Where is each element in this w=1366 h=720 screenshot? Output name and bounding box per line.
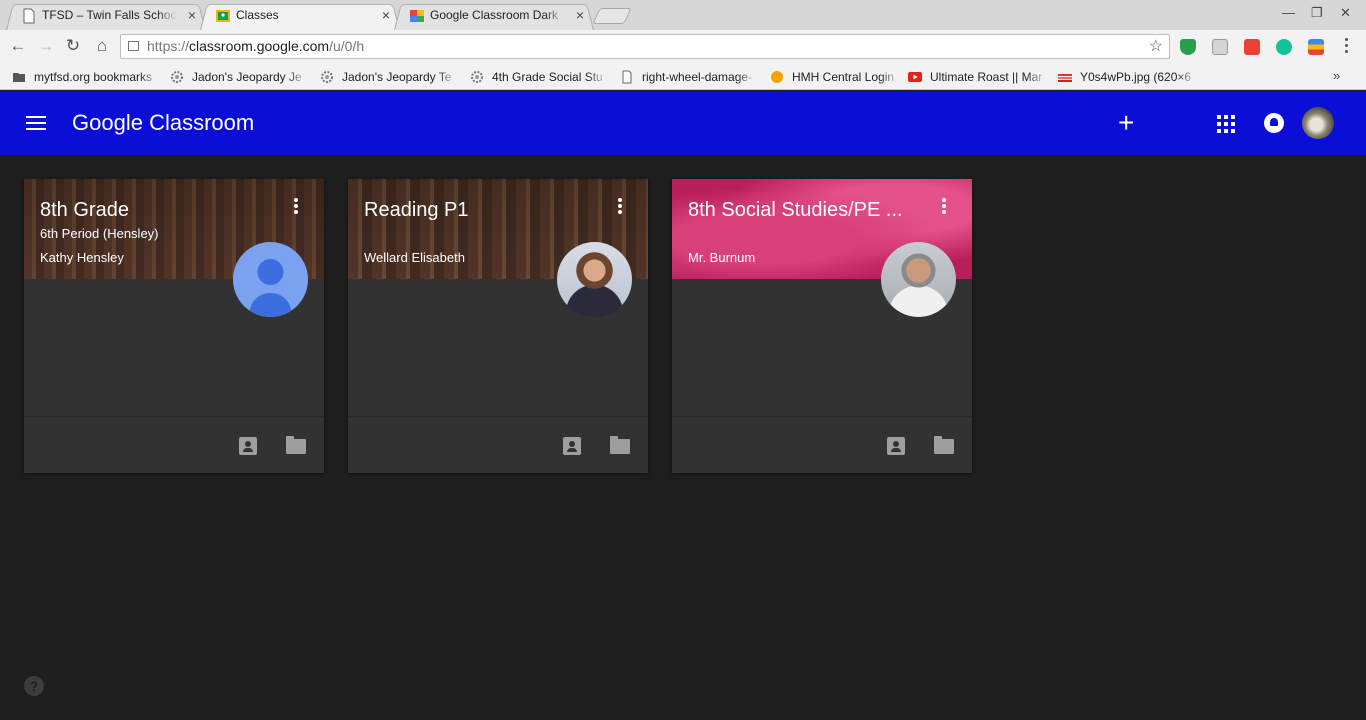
teacher-avatar (881, 242, 956, 317)
add-class-icon[interactable]: + (1118, 109, 1134, 137)
account-avatar[interactable] (1302, 107, 1334, 139)
document-icon (23, 8, 35, 24)
main-menu-icon[interactable] (26, 116, 46, 130)
tab-close-icon[interactable]: × (576, 2, 584, 28)
class-card[interactable]: Reading P1 Wellard Elisabeth (348, 179, 648, 473)
page-info-icon[interactable] (128, 41, 139, 51)
class-title[interactable]: 8th Social Studies/PE ... (688, 198, 923, 222)
more-options-icon[interactable] (294, 198, 298, 216)
bookmark-item[interactable]: HMH Central Login (770, 68, 900, 86)
more-options-icon[interactable] (942, 198, 946, 216)
browser-tab-strip: TFSD – Twin Falls School × Classes × Goo… (0, 0, 1366, 30)
class-title[interactable]: 8th Grade (40, 198, 275, 222)
tab-close-icon[interactable]: × (382, 2, 390, 28)
bookmark-item[interactable]: mytfsd.org bookmarks (12, 68, 162, 86)
browser-toolbar: ← → ↻ ⌂ https://classroom.google.com/u/0… (0, 30, 1366, 64)
bookmarks-overflow-icon[interactable]: » (1333, 68, 1340, 83)
url-host: classroom.google.com (189, 38, 330, 54)
brand-product: Classroom (149, 110, 255, 135)
tab-title: TFSD – Twin Falls School (42, 8, 177, 22)
bookmark-item[interactable]: Ultimate Roast || Mar (908, 68, 1048, 86)
new-tab-button[interactable] (592, 8, 632, 24)
minimize-icon[interactable]: — (1282, 5, 1295, 20)
bookmark-star-icon[interactable]: ☆ (1149, 35, 1163, 58)
bookmark-item[interactable]: 4th Grade Social Stu (470, 68, 608, 86)
back-icon[interactable]: ← (8, 36, 28, 56)
google-apps-icon[interactable] (1217, 115, 1235, 133)
app-header: Google Classroom + (0, 91, 1366, 155)
grammarly-icon[interactable] (1276, 39, 1292, 55)
reload-icon[interactable]: ↻ (63, 36, 83, 56)
your-work-icon[interactable] (239, 437, 257, 455)
class-drive-folder-icon[interactable] (286, 436, 306, 454)
help-icon[interactable]: ? (24, 676, 44, 696)
webstore-icon (410, 10, 424, 22)
browser-tab-dark[interactable]: Google Classroom Dark × (394, 2, 594, 30)
class-teacher: Wellard Elisabeth (364, 250, 465, 265)
bookmark-item[interactable]: Jadon's Jeopardy Te (320, 68, 458, 86)
browser-tab-classes[interactable]: Classes × (200, 2, 400, 30)
more-options-icon[interactable] (618, 198, 622, 216)
class-teacher: Mr. Burnum (688, 250, 756, 265)
class-title[interactable]: Reading P1 (364, 198, 599, 222)
browser-menu-icon[interactable] (1344, 38, 1350, 54)
class-teacher: Kathy Hensley (40, 250, 124, 265)
close-window-icon[interactable]: ✕ (1340, 5, 1351, 21)
youtube-icon (908, 72, 922, 82)
class-drive-folder-icon[interactable] (934, 436, 954, 454)
card-footer (24, 416, 324, 473)
browser-tab-tfsd[interactable]: TFSD – Twin Falls School × (6, 2, 206, 30)
teacher-avatar (557, 242, 632, 317)
gear-icon (171, 71, 183, 83)
restore-icon[interactable]: ❐ (1311, 5, 1323, 21)
person-icon (249, 259, 292, 317)
class-section: 6th Period (Hensley) (40, 226, 159, 241)
brand-google: Google (72, 110, 143, 135)
class-card[interactable]: 8th Social Studies/PE ... Mr. Burnum (672, 179, 972, 473)
shield-extension-icon[interactable] (1180, 39, 1196, 55)
notifications-icon[interactable] (1264, 113, 1284, 133)
tab-title: Classes (236, 8, 279, 22)
tab-close-icon[interactable]: × (188, 2, 196, 28)
url-scheme: https:// (147, 38, 190, 54)
card-footer (672, 416, 972, 473)
gear-icon (321, 71, 333, 83)
image-icon (1058, 74, 1072, 82)
extension-badge-icon[interactable] (1244, 39, 1260, 55)
card-footer (348, 416, 648, 473)
class-card[interactable]: 8th Grade 6th Period (Hensley) Kathy Hen… (24, 179, 324, 473)
home-icon[interactable]: ⌂ (92, 36, 112, 56)
app-logo[interactable]: Google Classroom (72, 110, 254, 136)
tab-title: Google Classroom Dark (430, 8, 559, 22)
url-path: /u/0/h (329, 38, 365, 54)
bookmarks-bar: mytfsd.org bookmarks Jadon's Jeopardy Je… (0, 64, 1366, 90)
teacher-avatar (233, 242, 308, 317)
orange-circle-icon (771, 71, 783, 83)
class-drive-folder-icon[interactable] (610, 436, 630, 454)
bookmark-item[interactable]: right-wheel-damage- (620, 68, 758, 86)
your-work-icon[interactable] (563, 437, 581, 455)
bookmark-item[interactable]: Y0s4wPb.jpg (620×6 (1058, 68, 1198, 86)
folder-icon (13, 73, 25, 82)
extension-icon[interactable] (1308, 39, 1324, 55)
document-icon (622, 70, 632, 84)
forward-icon[interactable]: → (36, 36, 56, 56)
your-work-icon[interactable] (887, 437, 905, 455)
extension-icon[interactable] (1212, 39, 1228, 55)
gear-icon (471, 71, 483, 83)
address-bar[interactable]: https://classroom.google.com/u/0/h ☆ (120, 34, 1170, 59)
bookmark-item[interactable]: Jadon's Jeopardy Je (170, 68, 308, 86)
classroom-icon (216, 10, 230, 22)
